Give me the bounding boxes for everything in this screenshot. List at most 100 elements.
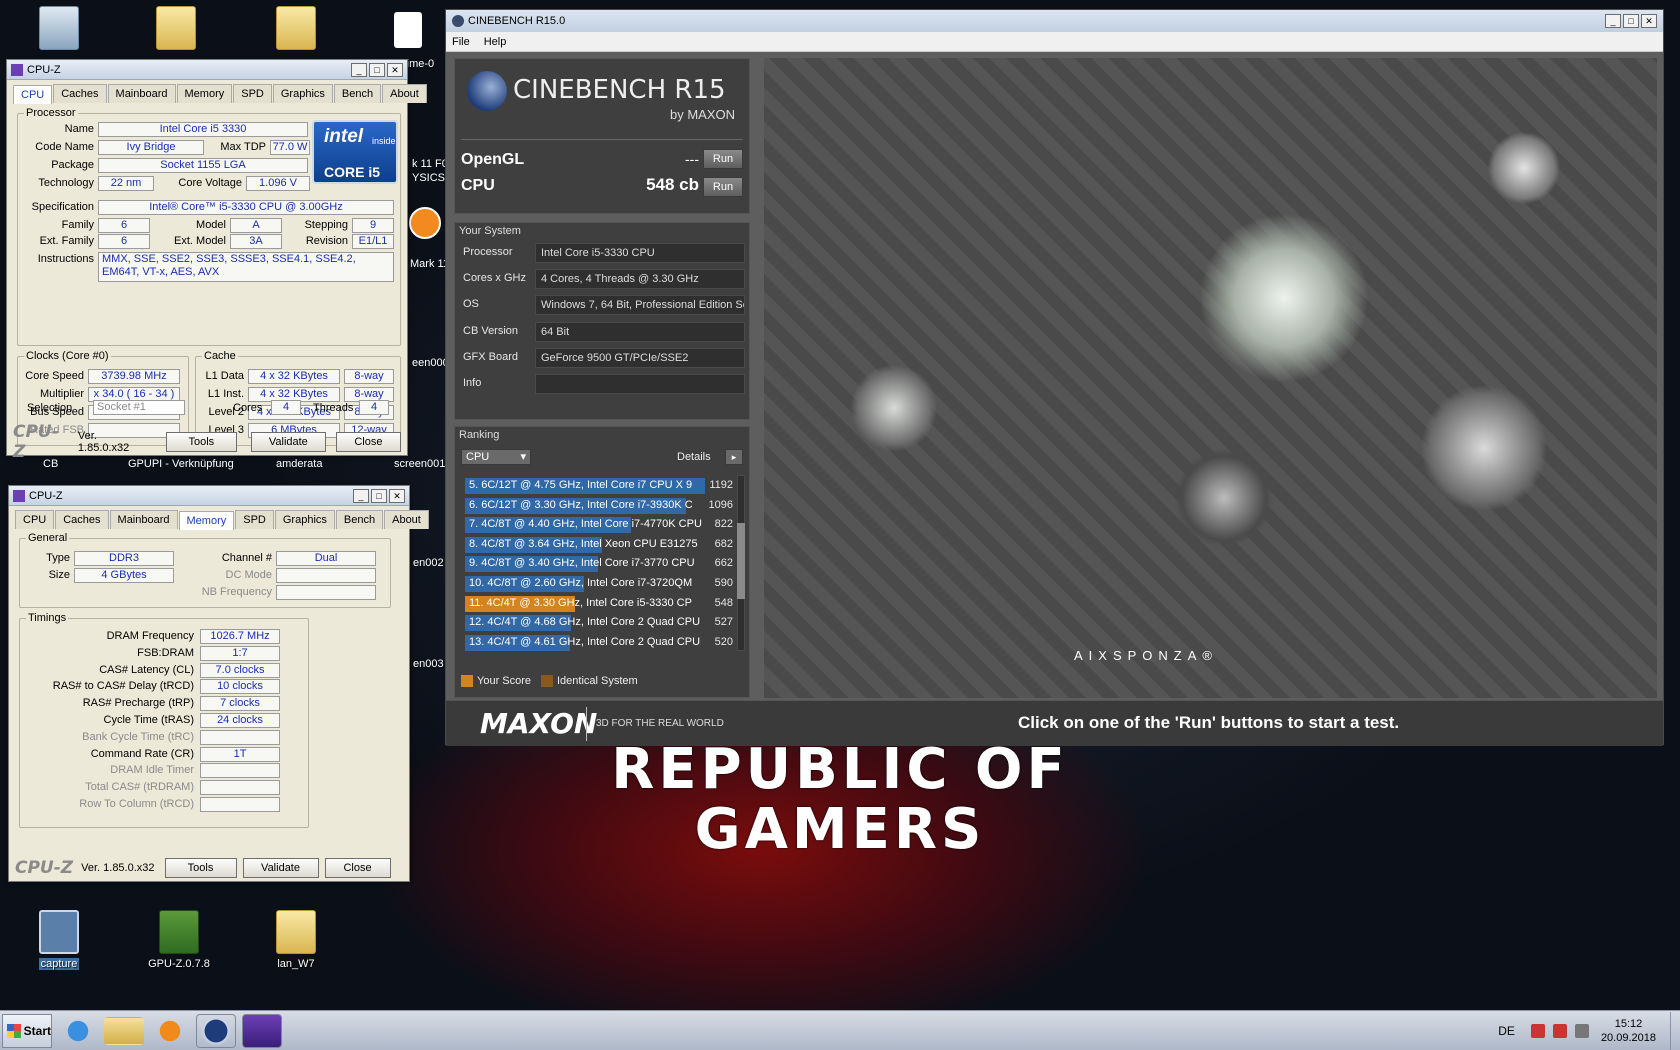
ranking-score: 548: [714, 596, 733, 609]
title-bar[interactable]: CINEBENCH R15.0 _ □ ✕: [446, 10, 1663, 32]
title-bar[interactable]: CPU-Z _ □ ✕: [7, 60, 407, 80]
ranking-label: 10. 4C/8T @ 2.60 GHz, Intel Core i7-3720…: [469, 577, 693, 589]
minimize-button[interactable]: _: [1605, 14, 1621, 28]
tab-mainboard[interactable]: Mainboard: [109, 510, 178, 529]
ranking-item[interactable]: 10. 4C/8T @ 2.60 GHz, Intel Core i7-3720…: [465, 575, 733, 593]
media-player-icon[interactable]: [150, 1013, 190, 1048]
desktop-icon-gpuz[interactable]: GPU-Z.0.7.8: [134, 910, 224, 970]
tab-spd[interactable]: SPD: [235, 510, 274, 529]
network-icon[interactable]: [1574, 1023, 1589, 1038]
ext-family-value: 6: [98, 234, 150, 249]
ranking-item[interactable]: 8. 4C/8T @ 3.64 GHz, Intel Xeon CPU E312…: [465, 536, 733, 554]
field-label: Channel #: [221, 552, 272, 564]
tab-caches[interactable]: Caches: [55, 510, 109, 529]
maximize-button[interactable]: □: [371, 488, 387, 503]
tab-graphics[interactable]: Graphics: [274, 510, 335, 529]
desktop-label-gpupi[interactable]: GPUPI - Verknüpfung: [128, 458, 234, 470]
cinebench-footer: MAXON 3D FOR THE REAL WORLD Click on one…: [446, 700, 1663, 746]
field-label: DC Mode: [225, 569, 272, 581]
ranking-item[interactable]: 6. 6C/12T @ 3.30 GHz, Intel Core i7-3930…: [465, 497, 733, 515]
close-app-button[interactable]: Close: [335, 432, 401, 452]
minimize-button[interactable]: _: [353, 488, 369, 503]
title-bar[interactable]: CPU-Z _ □ ✕: [9, 486, 409, 506]
cpuz-footer: CPU-Z Ver. 1.85.0.x32 Tools Validate Clo…: [9, 855, 409, 881]
3dmark-icon[interactable]: [409, 207, 441, 239]
ranking-item[interactable]: 5. 6C/12T @ 4.75 GHz, Intel Core i7 CPU …: [465, 477, 733, 495]
tab-about[interactable]: About: [384, 510, 429, 529]
desktop-label-screen001[interactable]: screen001: [394, 458, 445, 470]
cinebench-icon[interactable]: [196, 1013, 236, 1048]
desktop-java-file[interactable]: [388, 12, 428, 52]
recycle-bin[interactable]: [14, 6, 104, 54]
tab-graphics[interactable]: Graphics: [272, 84, 333, 103]
tools-button[interactable]: Tools: [165, 432, 237, 452]
wallpaper-line-2: GAMERS: [694, 797, 986, 862]
tab-cpu[interactable]: CPU: [13, 85, 53, 104]
volume-muted-icon[interactable]: [1530, 1023, 1545, 1038]
explorer-icon[interactable]: [104, 1016, 144, 1045]
tab-caches[interactable]: Caches: [53, 84, 107, 103]
ranking-label: 8. 4C/8T @ 3.64 GHz, Intel Xeon CPU E312…: [469, 537, 698, 550]
ranking-label: 12. 4C/4T @ 4.68 GHz, Intel Core 2 Quad …: [469, 616, 701, 629]
desktop-icon-capture[interactable]: capture: [14, 910, 104, 970]
timing-label: Row To Column (tRCD): [79, 798, 194, 810]
close-button[interactable]: ✕: [389, 488, 405, 503]
clock[interactable]: 15:12 20.09.2018: [1601, 1017, 1656, 1045]
ranking-item[interactable]: 12. 4C/4T @ 4.68 GHz, Intel Core 2 Quad …: [465, 614, 733, 632]
run-opengl-button[interactable]: Run: [703, 149, 743, 169]
field-label: Name: [64, 123, 94, 135]
ranking-item[interactable]: 9. 4C/8T @ 3.40 GHz, Intel Core i7-3770 …: [465, 555, 733, 573]
desktop-icon-label: GPU-Z.0.7.8: [148, 958, 210, 970]
tab-memory[interactable]: Memory: [178, 511, 235, 530]
show-desktop-button[interactable]: [1670, 1011, 1680, 1050]
desktop-icon-lan[interactable]: lan_W7: [251, 910, 341, 970]
tab-bench[interactable]: Bench: [333, 84, 382, 103]
flag-icon[interactable]: [1552, 1023, 1567, 1038]
tab-memory[interactable]: Memory: [176, 84, 233, 103]
timing-value: 1:7: [200, 645, 280, 661]
selection-label: Selection: [27, 402, 73, 414]
menu-help[interactable]: Help: [484, 36, 507, 48]
validate-button[interactable]: Validate: [242, 858, 319, 878]
ranking-item[interactable]: 11. 4C/4T @ 3.30 GHz, Intel Core i5-3330…: [465, 595, 733, 613]
socket-select[interactable]: Socket #1: [93, 400, 185, 415]
ie-icon[interactable]: [58, 1013, 98, 1048]
ranking-item[interactable]: 7. 4C/8T @ 4.40 GHz, Intel Core i7-4770K…: [465, 516, 733, 534]
minimize-button[interactable]: _: [351, 62, 367, 77]
close-button[interactable]: ✕: [1641, 14, 1657, 28]
close-app-button[interactable]: Close: [324, 858, 391, 878]
language-indicator[interactable]: DE: [1498, 1024, 1515, 1038]
run-cpu-button[interactable]: Run: [703, 177, 743, 197]
tab-mainboard[interactable]: Mainboard: [107, 84, 176, 103]
menu-file[interactable]: File: [452, 36, 470, 48]
tab-cpu[interactable]: CPU: [15, 510, 55, 529]
taskbar: Start DE 15:12 20.09.2018: [0, 1010, 1680, 1050]
render-viewport[interactable]: AIXSPONZA®: [764, 58, 1657, 698]
validate-button[interactable]: Validate: [250, 432, 326, 452]
ranking-item[interactable]: 13. 4C/4T @ 4.61 GHz, Intel Core 2 Quad …: [465, 634, 733, 652]
desktop-folder[interactable]: [131, 6, 221, 54]
timing-value: 1T: [200, 746, 280, 762]
start-button[interactable]: Start: [2, 1013, 52, 1048]
ranking-select[interactable]: CPU ▾: [461, 449, 531, 465]
timing-label: Command Rate (CR): [90, 747, 194, 760]
desktop-label-amderata[interactable]: amderata: [276, 458, 322, 470]
field-label: Model: [196, 219, 226, 231]
field-label: L1 Inst.: [207, 388, 244, 400]
tab-about[interactable]: About: [382, 84, 427, 103]
field-label: Technology: [38, 177, 94, 189]
tab-spd[interactable]: SPD: [233, 84, 272, 103]
desktop-folder[interactable]: [251, 6, 341, 54]
tools-button[interactable]: Tools: [164, 858, 237, 878]
maximize-button[interactable]: □: [1623, 14, 1639, 28]
details-button[interactable]: ▸: [725, 449, 743, 465]
system-label: Cores x GHz: [463, 272, 526, 285]
close-button[interactable]: ✕: [387, 62, 403, 77]
tab-bench[interactable]: Bench: [335, 510, 384, 529]
cpuz-footer: CPU-Z Ver. 1.85.0.x32 Tools Validate Clo…: [7, 422, 407, 462]
general-group: General Type DDR3 Channel # Dual Size 4 …: [19, 532, 391, 608]
cpuz-icon[interactable]: [242, 1013, 282, 1048]
maximize-button[interactable]: □: [369, 62, 385, 77]
scrollbar-thumb[interactable]: [737, 523, 745, 599]
field-label: Instructions: [37, 253, 94, 265]
